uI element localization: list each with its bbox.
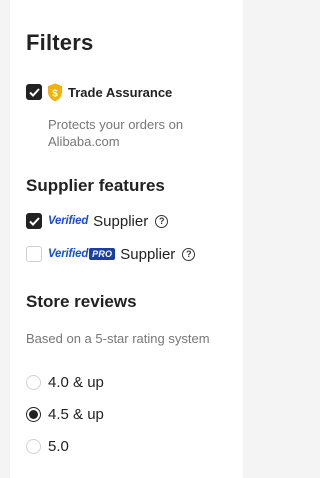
rating-label: 5.0 [48, 437, 69, 455]
verified-supplier-filter[interactable]: Verified Supplier ? [26, 210, 169, 232]
checkmark-icon [28, 216, 40, 226]
rating-option-5-0[interactable]: 5.0 [26, 435, 69, 457]
store-reviews-title: Store reviews [26, 292, 137, 311]
trade-assurance-description: Protects your orders on Alibaba.com [48, 117, 184, 149]
svg-text:$: $ [52, 88, 58, 99]
rating-option-4-0[interactable]: 4.0 & up [26, 371, 104, 393]
rating-label: 4.0 & up [48, 373, 104, 391]
checkmark-icon [28, 87, 40, 97]
help-icon[interactable]: ? [182, 247, 196, 261]
rating-option-4-5[interactable]: 4.5 & up [26, 403, 104, 425]
trade-assurance-checkbox[interactable] [26, 84, 42, 100]
help-icon[interactable]: ? [155, 214, 169, 228]
verified-pro-supplier-label: Supplier [120, 245, 176, 263]
verified-badge: Verified [48, 215, 89, 227]
verified-pro-supplier-filter[interactable]: Verified PRO Supplier ? [26, 243, 196, 265]
verified-supplier-label: Supplier [93, 212, 149, 230]
verified-badge-text: Verified [48, 248, 89, 260]
trade-assurance-label: Trade Assurance [68, 84, 173, 100]
rating-label: 4.5 & up [48, 405, 104, 423]
pro-badge: PRO [89, 248, 116, 260]
rating-radio[interactable] [26, 438, 41, 454]
rating-radio-selected[interactable] [26, 406, 41, 422]
rating-radio[interactable] [26, 374, 41, 390]
store-reviews-note: Based on a 5-star rating system [26, 331, 210, 346]
verified-pro-badge: Verified PRO [48, 248, 116, 260]
verified-supplier-checkbox[interactable] [26, 213, 42, 229]
filters-panel: Filters $ Trade Assurance Protects your … [10, 0, 243, 478]
verified-pro-supplier-checkbox[interactable] [26, 246, 42, 262]
radio-dot [29, 409, 38, 419]
supplier-features-title: Supplier features [26, 176, 165, 195]
shield-dollar-icon: $ [47, 83, 63, 102]
trade-assurance-filter[interactable]: $ Trade Assurance [26, 81, 172, 103]
filters-title: Filters [26, 30, 94, 55]
